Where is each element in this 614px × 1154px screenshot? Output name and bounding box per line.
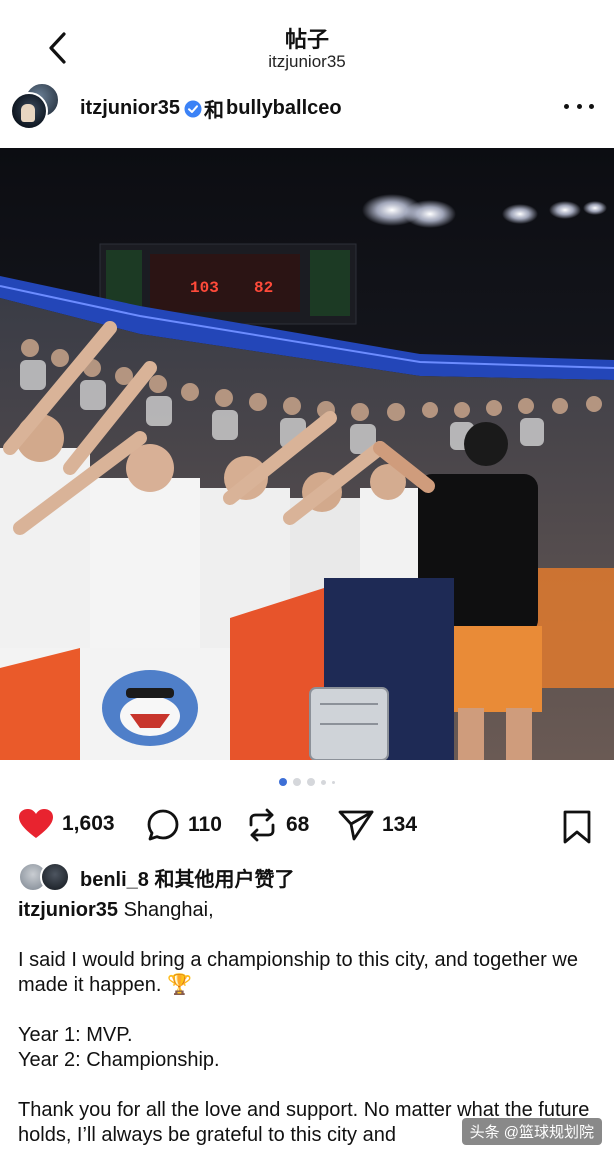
comment-count: 110 [188,813,222,836]
page-dot-3[interactable] [307,778,315,786]
post-author-row: itzjunior35 和 bullyballceo [0,80,614,136]
share-button[interactable]: 134 [338,808,417,842]
repost-icon [249,808,275,842]
like-count: 1,603 [62,812,115,835]
page-subtitle: itzjunior35 [268,52,346,71]
repost-count: 68 [286,813,310,836]
post-image[interactable]: 103 82 [0,148,614,760]
caption-username[interactable]: itzjunior35 [18,899,118,921]
author-avatar [10,92,48,130]
paper-plane-icon [338,810,374,841]
author-joiner: 和 [204,100,225,122]
source-watermark: 头条 @篮球规划院 [461,1118,602,1145]
caption-line: Year 2: Championship. [18,1049,220,1071]
liked-by-text: benli_8 和其他用户赞了 [80,868,295,891]
liked-by-row[interactable]: benli_8 和其他用户赞了 [18,860,294,894]
image-pagination [0,778,614,786]
action-bar: 1,603 110 68 134 [0,802,614,848]
scoreboard-away-score: 82 [254,279,273,297]
caption-first-line: Shanghai, [118,899,214,921]
comment-bubble-icon [147,809,179,841]
page-title: 帖子 [284,27,329,52]
verified-badge-icon [184,100,202,118]
page-dot-5[interactable] [332,780,335,784]
author-username[interactable]: itzjunior35 [80,97,180,120]
author-names: itzjunior35 和 bullyballceo [80,94,342,123]
caption-line: Year 1: MVP. [18,1024,133,1046]
bookmark-button[interactable] [562,810,592,849]
caption-paragraph: I said I would bring a championship to t… [18,949,578,996]
scoreboard-home-score: 103 [190,279,219,297]
more-dots-icon[interactable] [564,96,594,116]
share-count: 134 [382,813,418,836]
heart-icon [19,809,53,838]
comment-button[interactable]: 110 [146,808,222,842]
like-button[interactable]: 1,603 [18,808,115,840]
liker-avatars [18,861,76,893]
page-dot-2[interactable] [293,778,301,786]
post-caption: itzjunior35 Shanghai, I said I would bri… [18,898,598,1154]
page-dot-1[interactable] [279,778,287,786]
collaborator-username[interactable]: bullyballceo [226,97,342,120]
repost-button[interactable]: 68 [246,808,309,842]
avatar[interactable] [10,82,62,130]
top-bar: 帖子 itzjunior35 [0,0,614,80]
bookmark-icon [563,810,591,844]
avatar [40,862,70,892]
page-dot-4[interactable] [321,779,326,785]
